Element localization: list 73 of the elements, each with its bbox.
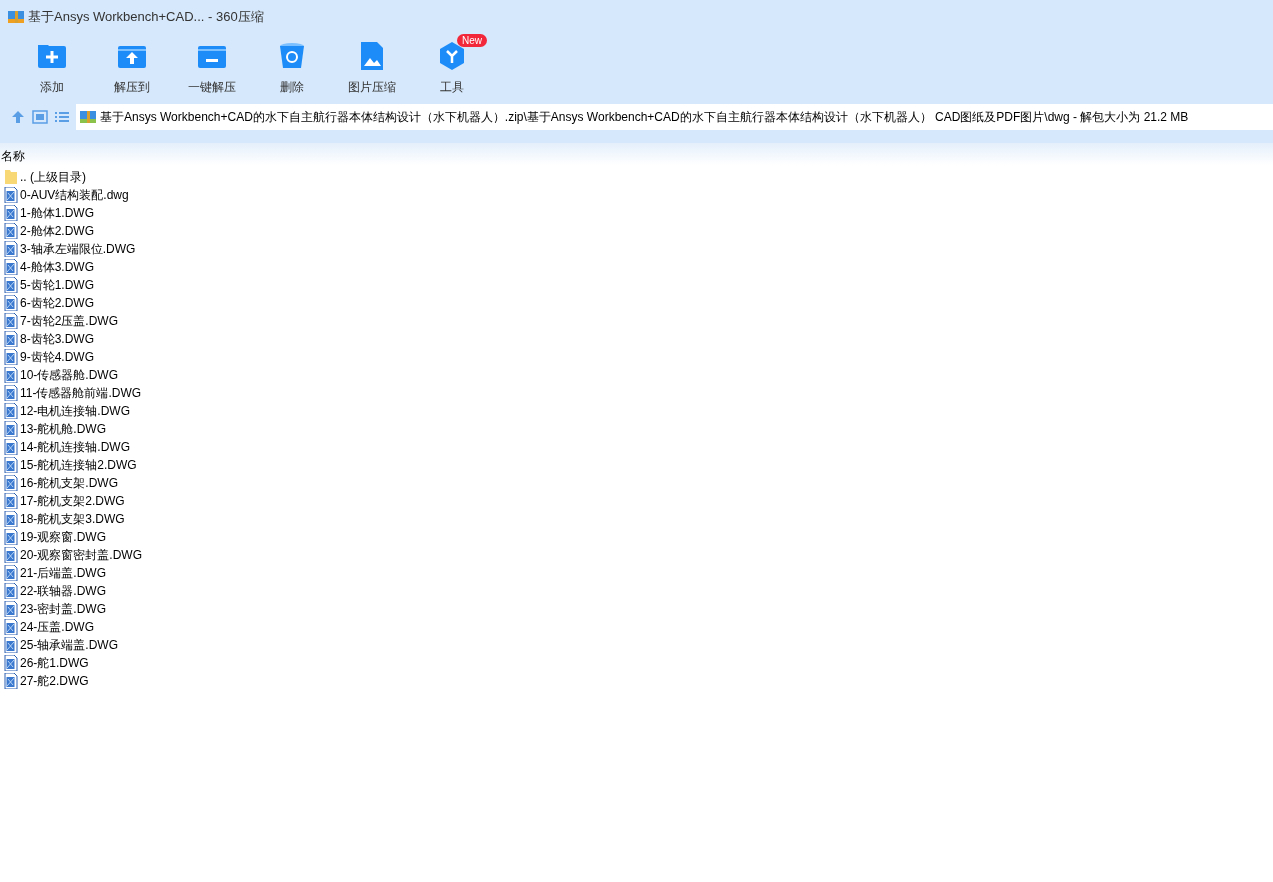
file-row[interactable]: 23-密封盖.DWG xyxy=(0,600,1273,618)
folder-icon xyxy=(4,169,18,185)
archive-icon xyxy=(8,9,24,25)
drawing-file-icon xyxy=(4,475,18,491)
file-row[interactable]: 18-舵机支架3.DWG xyxy=(0,510,1273,528)
drawing-file-icon xyxy=(4,529,18,545)
drawing-file-icon xyxy=(4,403,18,419)
file-row[interactable]: 21-后端盖.DWG xyxy=(0,564,1273,582)
file-row[interactable]: 2-舱体2.DWG xyxy=(0,222,1273,240)
drawing-file-icon xyxy=(4,457,18,473)
drawing-file-icon xyxy=(4,187,18,203)
drawing-file-icon xyxy=(4,259,18,275)
window-title: 基于Ansys Workbench+CAD... - 360压缩 xyxy=(28,8,264,27)
drawing-file-icon xyxy=(4,313,18,329)
drawing-file-icon xyxy=(4,349,18,365)
file-row[interactable]: 3-轴承左端限位.DWG xyxy=(0,240,1273,258)
drawing-file-icon xyxy=(4,277,18,293)
drawing-file-icon xyxy=(4,655,18,671)
drawing-file-icon xyxy=(4,511,18,527)
list-view-icon[interactable] xyxy=(54,109,70,125)
file-row[interactable]: 15-舵机连接轴2.DWG xyxy=(0,456,1273,474)
file-row[interactable]: 24-压盖.DWG xyxy=(0,618,1273,636)
drawing-file-icon xyxy=(4,223,18,239)
drawing-file-icon xyxy=(4,367,18,383)
drawing-file-icon xyxy=(4,295,18,311)
file-row[interactable]: 27-舵2.DWG xyxy=(0,672,1273,690)
drawing-file-icon xyxy=(4,421,18,437)
drawing-file-icon xyxy=(4,385,18,401)
drawing-file-icon xyxy=(4,439,18,455)
thumbnail-view-icon[interactable] xyxy=(32,109,48,125)
drawing-file-icon xyxy=(4,241,18,257)
file-row[interactable]: 26-舵1.DWG xyxy=(0,654,1273,672)
drawing-file-icon xyxy=(4,547,18,563)
file-row[interactable]: 0-AUV结构装配.dwg xyxy=(0,186,1273,204)
file-row[interactable]: 20-观察窗密封盖.DWG xyxy=(0,546,1273,564)
drawing-file-icon xyxy=(4,331,18,347)
drawing-file-icon xyxy=(4,601,18,617)
file-row[interactable]: .. (上级目录) xyxy=(0,168,1273,186)
file-row[interactable]: 19-观察窗.DWG xyxy=(0,528,1273,546)
file-row[interactable]: 12-电机连接轴.DWG xyxy=(0,402,1273,420)
file-row[interactable]: 13-舵机舱.DWG xyxy=(0,420,1273,438)
toolbar-button[interactable]: 一键解压 xyxy=(172,34,252,98)
archive-icon xyxy=(80,109,96,125)
new-badge: New xyxy=(457,34,487,47)
file-row[interactable]: 22-联轴器.DWG xyxy=(0,582,1273,600)
file-row[interactable]: 9-齿轮4.DWG xyxy=(0,348,1273,366)
drawing-file-icon xyxy=(4,205,18,221)
file-row[interactable]: 8-齿轮3.DWG xyxy=(0,330,1273,348)
file-row[interactable]: 16-舵机支架.DWG xyxy=(0,474,1273,492)
file-row[interactable]: 17-舵机支架2.DWG xyxy=(0,492,1273,510)
drawing-file-icon xyxy=(4,673,18,689)
file-row[interactable]: 25-轴承端盖.DWG xyxy=(0,636,1273,654)
up-arrow-icon[interactable] xyxy=(10,109,26,125)
file-row[interactable]: 7-齿轮2压盖.DWG xyxy=(0,312,1273,330)
toolbar-button[interactable]: 删除 xyxy=(252,34,332,98)
file-row[interactable]: 14-舵机连接轴.DWG xyxy=(0,438,1273,456)
toolbar-button[interactable]: 解压到 xyxy=(92,34,172,98)
toolbar-button[interactable]: New 工具 xyxy=(412,34,492,98)
drawing-file-icon xyxy=(4,619,18,635)
toolbar-button[interactable]: 图片压缩 xyxy=(332,34,412,98)
drawing-file-icon xyxy=(4,565,18,581)
file-row[interactable]: 4-舱体3.DWG xyxy=(0,258,1273,276)
drawing-file-icon xyxy=(4,493,18,509)
file-row[interactable]: 6-齿轮2.DWG xyxy=(0,294,1273,312)
file-row[interactable]: 5-齿轮1.DWG xyxy=(0,276,1273,294)
drawing-file-icon xyxy=(4,583,18,599)
file-row[interactable]: 1-舱体1.DWG xyxy=(0,204,1273,222)
path-field[interactable]: 基于Ansys Workbench+CAD的水下自主航行器本体结构设计（水下机器人）.zip\基于Ansys Workbench+CAD的水下自主航行器本体结构设计（水下机器人） CAD图纸及PDF图片\dwg - 解包大小为 21.2 MB xyxy=(76,104,1273,130)
file-row[interactable]: 10-传感器舱.DWG xyxy=(0,366,1273,384)
column-header[interactable]: 名称 xyxy=(0,147,25,165)
drawing-file-icon xyxy=(4,637,18,653)
toolbar-button[interactable]: 添加 xyxy=(12,34,92,98)
file-row[interactable]: 11-传感器舱前端.DWG xyxy=(0,384,1273,402)
